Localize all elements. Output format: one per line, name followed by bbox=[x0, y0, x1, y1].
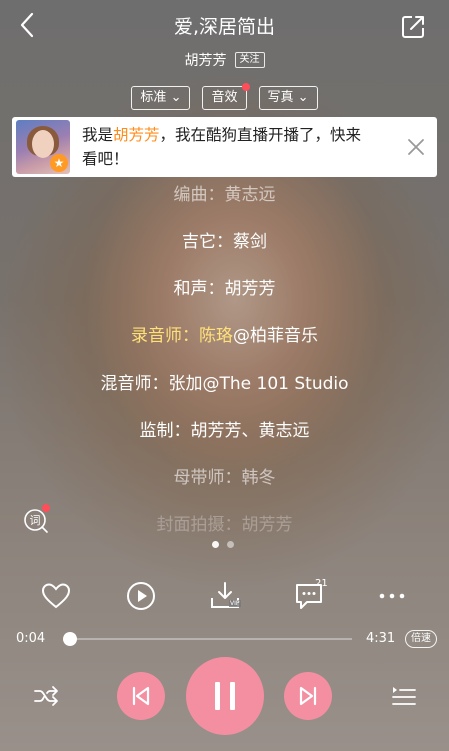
share-button[interactable] bbox=[400, 14, 426, 40]
thumbnail-face bbox=[32, 130, 54, 158]
lyric-line: 监制：胡芳芳、黄志远 bbox=[139, 421, 310, 441]
banner-text-prefix: 我是 bbox=[82, 126, 114, 144]
sound-effect-button[interactable]: 音效 bbox=[202, 83, 250, 110]
lyric-line: 封面拍摄：胡芳芳 bbox=[156, 515, 293, 535]
quality-select[interactable]: 标准 ⌄ bbox=[131, 86, 191, 110]
total-time: 4:31 bbox=[366, 631, 396, 646]
svg-text:词: 词 bbox=[30, 514, 41, 527]
queue-button[interactable] bbox=[390, 682, 418, 710]
sound-effect-label: 音效 bbox=[211, 90, 238, 105]
page-dot-active bbox=[212, 541, 219, 548]
close-icon bbox=[408, 139, 424, 155]
page-dot bbox=[227, 541, 234, 548]
photo-label: 写真 bbox=[267, 90, 294, 105]
song-title: 爱,深居简出 bbox=[173, 16, 276, 38]
lyric-line: 混音师：张加@The 101 Studio bbox=[100, 374, 349, 394]
current-lyric-line: 录音师：陈珞@柏菲音乐 bbox=[0, 321, 449, 346]
video-button[interactable] bbox=[125, 580, 157, 612]
queue-icon bbox=[392, 687, 416, 705]
banner-close-button[interactable] bbox=[405, 136, 427, 158]
download-vip-icon bbox=[211, 582, 239, 608]
artist-name[interactable]: 胡芳芳 bbox=[185, 50, 227, 70]
star-badge-icon: ★ bbox=[50, 154, 68, 172]
lyric-unsung-part: @柏菲音乐 bbox=[233, 326, 318, 346]
previous-button[interactable] bbox=[117, 672, 165, 720]
notification-dot bbox=[241, 83, 250, 91]
chevron-down-icon: ⌄ bbox=[297, 90, 309, 105]
banner-highlight-name: 胡芳芳 bbox=[113, 126, 160, 144]
progress-track[interactable] bbox=[66, 638, 352, 640]
more-icon bbox=[379, 593, 405, 599]
pause-icon bbox=[215, 682, 235, 710]
chevron-down-icon: ⌄ bbox=[170, 90, 182, 105]
lyric-line: 吉它：蔡剑 bbox=[182, 232, 267, 252]
download-button[interactable]: VIP bbox=[209, 580, 241, 612]
heart-icon bbox=[41, 583, 71, 609]
option-pills: 标准 ⌄ 音效 写真 ⌄ bbox=[0, 83, 449, 110]
follow-button[interactable]: 关注 bbox=[234, 52, 265, 68]
player-screen: 爱,深居简出 胡芳芳 关注 标准 ⌄ 音效 写真 ⌄ ★ 我是胡芳芳，我在酷狗直… bbox=[0, 0, 449, 751]
current-time: 0:04 bbox=[16, 631, 46, 646]
photo-select[interactable]: 写真 ⌄ bbox=[258, 86, 318, 110]
artist-row: 胡芳芳 关注 bbox=[0, 50, 449, 70]
pause-button[interactable] bbox=[186, 657, 264, 735]
live-banner[interactable]: ★ 我是胡芳芳，我在酷狗直播开播了，快来看吧！ bbox=[12, 117, 437, 177]
speed-button[interactable]: 倍速 bbox=[405, 630, 437, 648]
live-thumbnail: ★ bbox=[16, 120, 70, 174]
lyric-sung-part: 录音师：陈珞 bbox=[131, 326, 233, 346]
vip-badge: VIP bbox=[229, 600, 241, 607]
lyric-line: 编曲：黄志远 bbox=[173, 185, 276, 205]
comment-count: 21 bbox=[315, 578, 328, 589]
page-indicator bbox=[212, 541, 234, 548]
play-mode-button[interactable] bbox=[32, 682, 60, 710]
shuffle-icon bbox=[34, 686, 58, 706]
next-icon bbox=[299, 686, 317, 706]
more-button[interactable] bbox=[376, 580, 408, 612]
quality-label: 标准 bbox=[140, 90, 167, 105]
next-button[interactable] bbox=[284, 672, 332, 720]
previous-icon bbox=[132, 686, 150, 706]
play-circle-icon bbox=[127, 582, 155, 610]
share-icon bbox=[402, 16, 424, 38]
live-banner-text: 我是胡芳芳，我在酷狗直播开播了，快来看吧！ bbox=[82, 123, 367, 171]
lyric-line: 母带师：韩冬 bbox=[173, 468, 276, 488]
lyric-line: 和声：胡芳芳 bbox=[173, 279, 276, 299]
notification-dot bbox=[42, 504, 50, 512]
like-button[interactable] bbox=[40, 580, 72, 612]
